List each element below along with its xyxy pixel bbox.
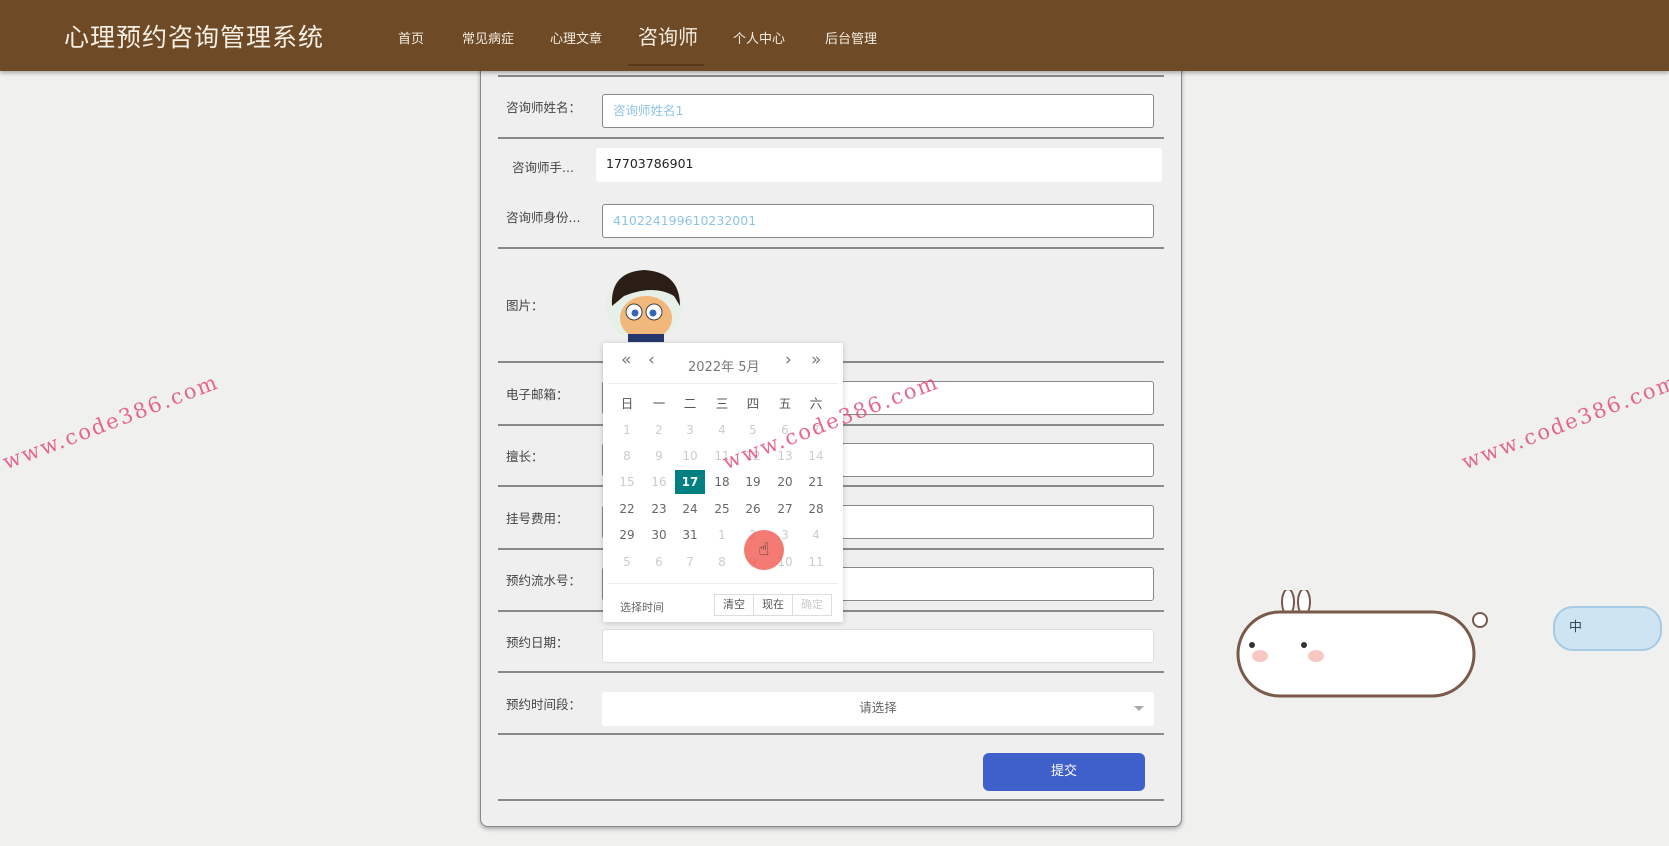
calendar-day: 1 xyxy=(623,423,631,437)
calendar-day[interactable]: 1 xyxy=(707,523,737,547)
calendar-day[interactable]: 23 xyxy=(644,497,674,521)
label-specialty: 擅长： xyxy=(506,449,544,464)
label-serial: 预约流水号： xyxy=(506,573,582,588)
divider xyxy=(498,247,1164,249)
label-phone: 咨询师手... xyxy=(512,160,574,175)
weekday-header: 四 xyxy=(746,396,760,411)
ime-widget[interactable]: 中 xyxy=(1553,606,1662,651)
ime-mode-label: 中 xyxy=(1569,620,1583,635)
chevron-down-icon xyxy=(1134,706,1144,711)
next-month-icon[interactable]: › xyxy=(785,350,792,370)
prev-month-icon[interactable]: ‹ xyxy=(648,350,655,370)
calendar-day[interactable]: 7 xyxy=(675,550,705,574)
nav-counselors[interactable]: 咨询师 xyxy=(638,21,698,50)
calendar-day[interactable]: 8 xyxy=(707,550,737,574)
label-email: 电子邮箱： xyxy=(506,387,569,402)
timeslot-placeholder: 请选择 xyxy=(859,700,897,715)
prev-year-icon[interactable]: « xyxy=(621,350,631,370)
calendar-day[interactable]: 21 xyxy=(801,470,831,494)
calendar-day: 9 xyxy=(655,449,663,463)
calendar-day[interactable]: 22 xyxy=(612,497,642,521)
calendar-day[interactable]: 24 xyxy=(675,497,705,521)
calendar-day: 14 xyxy=(808,449,824,463)
calendar-day[interactable]: 26 xyxy=(738,497,768,521)
calendar-day[interactable]: 4 xyxy=(801,523,831,547)
nav-articles[interactable]: 心理文章 xyxy=(550,28,602,47)
calendar-day: 15 xyxy=(619,475,635,489)
calendar-day[interactable]: 19 xyxy=(738,470,768,494)
calendar-day[interactable]: 31 xyxy=(675,523,705,547)
submit-button[interactable]: 提交 xyxy=(983,753,1145,791)
site-title: 心理预约咨询管理系统 xyxy=(64,23,325,52)
label-fee: 挂号费用： xyxy=(506,511,569,526)
calendar-day: 10 xyxy=(682,449,698,463)
calendar-day[interactable]: 29 xyxy=(612,523,642,547)
date-picker-popup: « ‹ 2022年 5月 › » 选择时间 清空 现在 确定 日一二三四五六12… xyxy=(603,343,843,622)
counselor-idcard-input[interactable]: 410224199610232001 xyxy=(602,204,1154,238)
calendar-day[interactable]: 20 xyxy=(770,470,800,494)
clear-button[interactable]: 清空 xyxy=(714,594,754,616)
active-nav-indicator xyxy=(628,64,704,66)
divider xyxy=(498,733,1164,735)
timeslot-select[interactable]: 请选择 xyxy=(602,692,1154,726)
label-timeslot: 预约时间段： xyxy=(506,697,582,712)
divider xyxy=(608,583,838,584)
calendar-day[interactable]: 18 xyxy=(707,470,737,494)
calendar-title: 2022年 5月 xyxy=(688,360,760,375)
calendar-day[interactable]: 30 xyxy=(644,523,674,547)
top-navbar: 心理预约咨询管理系统 首页 常见病症 心理文章 咨询师 个人中心 后台管理 xyxy=(0,0,1669,71)
nav-diseases[interactable]: 常见病症 xyxy=(462,28,514,47)
divider xyxy=(498,137,1164,139)
calendar-day: 8 xyxy=(623,449,631,463)
calendar-day: 3 xyxy=(686,423,694,437)
divider xyxy=(498,799,1164,801)
label-date: 预约日期： xyxy=(506,635,569,650)
select-time-link[interactable]: 选择时间 xyxy=(620,599,664,615)
calendar-day[interactable]: 6 xyxy=(644,550,674,574)
weekday-header: 一 xyxy=(652,396,666,411)
calendar-day[interactable]: 27 xyxy=(770,497,800,521)
confirm-button[interactable]: 确定 xyxy=(792,594,832,616)
label-idcard: 咨询师身份... xyxy=(506,210,581,225)
divider xyxy=(608,383,838,384)
weekday-header: 二 xyxy=(683,396,697,411)
calendar-day: 16 xyxy=(651,475,667,489)
calendar-day[interactable]: 5 xyxy=(612,550,642,574)
calendar-day: 2 xyxy=(655,423,663,437)
watermark: www.code386.com xyxy=(1458,369,1669,475)
label-image: 图片： xyxy=(506,298,544,313)
calendar-day: 4 xyxy=(718,423,726,437)
nav-home[interactable]: 首页 xyxy=(398,28,424,47)
counselor-name-input[interactable]: 咨询师姓名1 xyxy=(602,94,1154,128)
nav-admin[interactable]: 后台管理 xyxy=(825,28,877,47)
next-year-icon[interactable]: » xyxy=(811,350,821,370)
counselor-avatar-image xyxy=(606,270,682,342)
bunny-mascot-image xyxy=(1236,590,1488,698)
nav-profile[interactable]: 个人中心 xyxy=(733,28,785,47)
weekday-header: 三 xyxy=(715,396,729,411)
counselor-phone-input[interactable]: 17703786901 xyxy=(596,148,1162,182)
calendar-day[interactable]: 28 xyxy=(801,497,831,521)
divider xyxy=(498,671,1164,673)
divider xyxy=(498,75,1164,77)
weekday-header: 日 xyxy=(620,396,634,411)
appointment-date-input[interactable] xyxy=(602,629,1154,663)
now-button[interactable]: 现在 xyxy=(753,594,793,616)
label-name: 咨询师姓名： xyxy=(506,100,582,115)
calendar-day[interactable]: 11 xyxy=(801,550,831,574)
calendar-day-selected[interactable]: 17 xyxy=(675,470,705,494)
hand-cursor-icon: ☝ xyxy=(758,539,770,560)
watermark: www.code386.com xyxy=(0,369,223,475)
mouse-click-indicator: ☝ xyxy=(744,530,784,570)
weekday-header: 五 xyxy=(778,396,792,411)
calendar-day[interactable]: 25 xyxy=(707,497,737,521)
